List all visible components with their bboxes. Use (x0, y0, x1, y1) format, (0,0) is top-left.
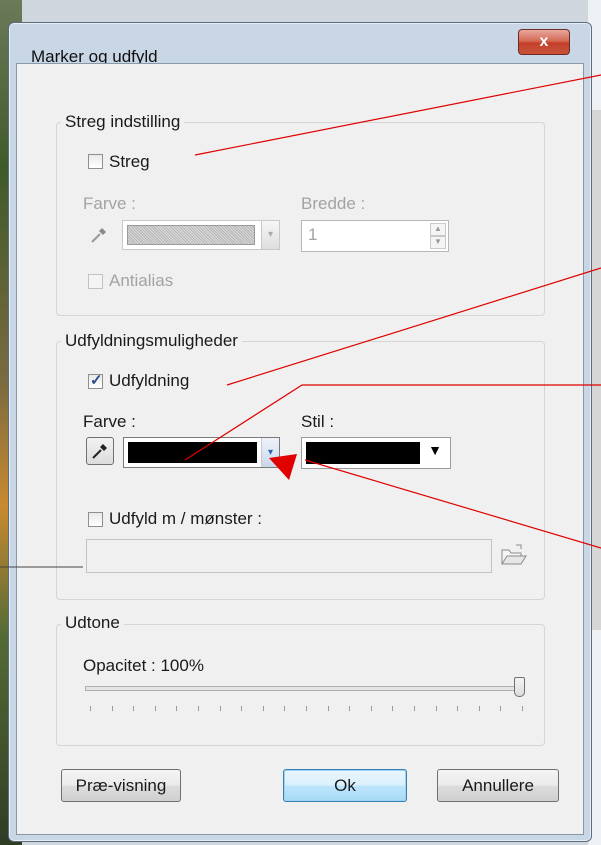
fill-checkbox[interactable]: ✓ (88, 372, 103, 389)
pattern-checkbox-label: Udfyld m / mønster : (109, 509, 263, 528)
stroke-checkbox-label: Streg (109, 152, 150, 171)
opacity-slider-ticks (90, 706, 523, 712)
cancel-button[interactable]: Annullere (437, 769, 559, 802)
folder-open-icon (501, 544, 527, 565)
slider-tick (90, 706, 91, 711)
fill-color-label: Farve : (83, 412, 136, 431)
slider-tick (176, 706, 178, 711)
fill-style-swatch (306, 442, 420, 464)
pattern-path-field[interactable] (86, 539, 492, 573)
stroke-checkbox[interactable] (88, 154, 103, 169)
browse-pattern-button[interactable] (499, 542, 529, 570)
ok-button[interactable]: Ok (283, 769, 407, 802)
fill-eyedropper-button[interactable] (86, 437, 114, 465)
stroke-color-swatch (127, 225, 255, 245)
dropdown-arrow-icon: ▼ (428, 442, 442, 458)
slider-tick (435, 706, 437, 711)
fill-group-label: Udfyldningsmuligheder (61, 331, 242, 351)
spin-up-icon[interactable]: ▲ (430, 223, 446, 236)
slider-tick (154, 706, 156, 711)
stroke-width-value: 1 (308, 225, 318, 244)
title-bar[interactable]: Marker og udfyld x (9, 23, 591, 66)
slider-tick (457, 706, 459, 711)
stroke-width-label: Bredde : (301, 194, 366, 213)
stroke-width-spinner[interactable]: 1 ▲ ▼ (301, 220, 449, 252)
stroke-eyedropper-button[interactable] (85, 221, 113, 249)
antialias-checkbox[interactable] (88, 274, 103, 289)
slider-tick (349, 706, 351, 711)
slider-tick (219, 706, 221, 711)
stroke-group-label: Streg indstilling (61, 112, 185, 132)
fill-color-swatch (128, 442, 257, 463)
slider-tick (284, 706, 286, 711)
eyedropper-icon (92, 444, 107, 459)
slider-tick (522, 706, 523, 711)
slider-tick (414, 706, 415, 711)
dialog-window: Marker og udfyld x Streg indstilling Str… (8, 22, 592, 842)
fade-group (56, 624, 545, 746)
pattern-checkbox[interactable] (88, 512, 103, 527)
close-icon: x (539, 33, 549, 50)
eyedropper-icon (91, 228, 106, 243)
slider-tick (262, 706, 264, 711)
stroke-color-label: Farve : (83, 194, 136, 213)
slider-tick (306, 706, 307, 711)
slider-tick (392, 706, 394, 711)
preview-button[interactable]: Præ-visning (61, 769, 181, 802)
opacity-slider-track[interactable] (85, 686, 525, 691)
fill-color-select[interactable]: ▾ (123, 437, 280, 468)
fill-style-label: Stil : (301, 412, 335, 431)
slider-tick (500, 706, 502, 711)
close-button[interactable]: x (518, 29, 570, 55)
slider-tick (198, 706, 199, 711)
fill-checkbox-label: Udfyldning (109, 371, 190, 390)
slider-tick (327, 706, 329, 711)
slider-tick (370, 706, 372, 711)
checkmark-icon: ✓ (90, 372, 103, 389)
slider-tick (111, 706, 113, 711)
opacity-label: Opacitet : 100% (83, 656, 204, 675)
dialog-client-area: Streg indstilling Streg Farve : Bredde :… (16, 63, 584, 835)
antialias-label: Antialias (109, 271, 174, 290)
slider-tick (241, 706, 243, 711)
fade-group-label: Udtone (61, 613, 124, 633)
dropdown-arrow-icon: ▾ (261, 221, 279, 249)
dropdown-arrow-icon[interactable]: ▾ (261, 438, 279, 467)
opacity-slider-thumb[interactable] (514, 677, 525, 697)
fill-style-select[interactable]: ▼ (301, 437, 451, 469)
spin-down-icon[interactable]: ▼ (430, 236, 446, 249)
slider-tick (133, 706, 135, 711)
slider-tick (478, 706, 480, 711)
stroke-color-select[interactable]: ▾ (122, 220, 280, 250)
